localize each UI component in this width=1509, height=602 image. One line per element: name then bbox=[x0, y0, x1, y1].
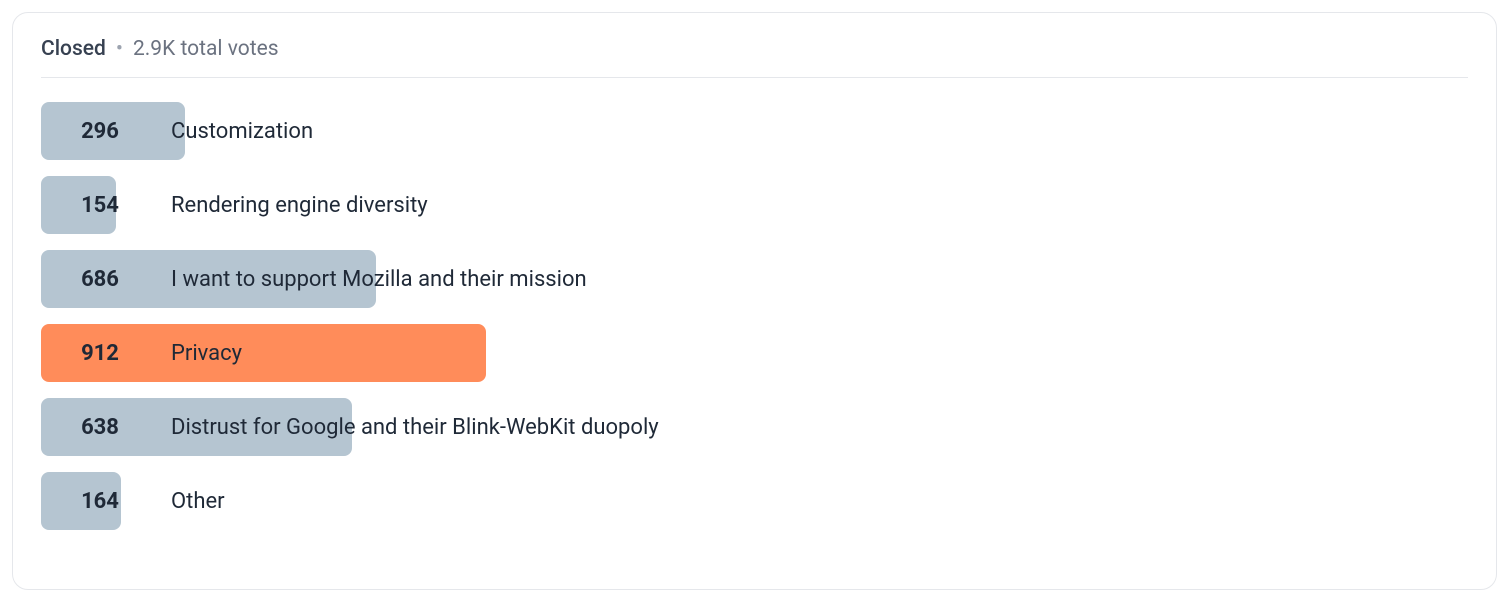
poll-row-content: 164 Other bbox=[41, 472, 1468, 530]
poll-count: 638 bbox=[69, 415, 131, 440]
poll-card: Closed • 2.9K total votes 296 Customizati… bbox=[12, 12, 1497, 590]
poll-count: 154 bbox=[69, 193, 131, 218]
poll-label: Rendering engine diversity bbox=[171, 193, 428, 218]
poll-status: Closed bbox=[41, 37, 106, 61]
poll-row-content: 638 Distrust for Google and their Blink-W… bbox=[41, 398, 1468, 456]
poll-option-row: 912 Privacy bbox=[41, 324, 1468, 382]
poll-row-content: 296 Customization bbox=[41, 102, 1468, 160]
poll-option-row: 296 Customization bbox=[41, 102, 1468, 160]
separator-dot: • bbox=[116, 37, 123, 61]
poll-count: 164 bbox=[69, 489, 131, 514]
poll-row-content: 154 Rendering engine diversity bbox=[41, 176, 1468, 234]
poll-option-row: 164 Other bbox=[41, 472, 1468, 530]
poll-count: 912 bbox=[69, 341, 131, 366]
poll-options: 296 Customization 154 Rendering engine dive… bbox=[41, 102, 1468, 530]
poll-row-content: 686 I want to support Mozilla and their m… bbox=[41, 250, 1468, 308]
poll-label: Distrust for Google and their Blink-WebK… bbox=[171, 415, 659, 440]
poll-label: Privacy bbox=[171, 341, 242, 366]
poll-label: Customization bbox=[171, 119, 313, 144]
poll-label: I want to support Mozilla and their miss… bbox=[171, 267, 587, 292]
poll-option-row: 154 Rendering engine diversity bbox=[41, 176, 1468, 234]
poll-count: 686 bbox=[69, 267, 131, 292]
poll-count: 296 bbox=[69, 119, 131, 144]
poll-option-row: 638 Distrust for Google and their Blink-W… bbox=[41, 398, 1468, 456]
poll-header: Closed • 2.9K total votes bbox=[41, 37, 1468, 78]
poll-total-votes: 2.9K total votes bbox=[133, 37, 279, 61]
poll-label: Other bbox=[171, 489, 225, 514]
poll-row-content: 912 Privacy bbox=[41, 324, 1468, 382]
poll-option-row: 686 I want to support Mozilla and their m… bbox=[41, 250, 1468, 308]
